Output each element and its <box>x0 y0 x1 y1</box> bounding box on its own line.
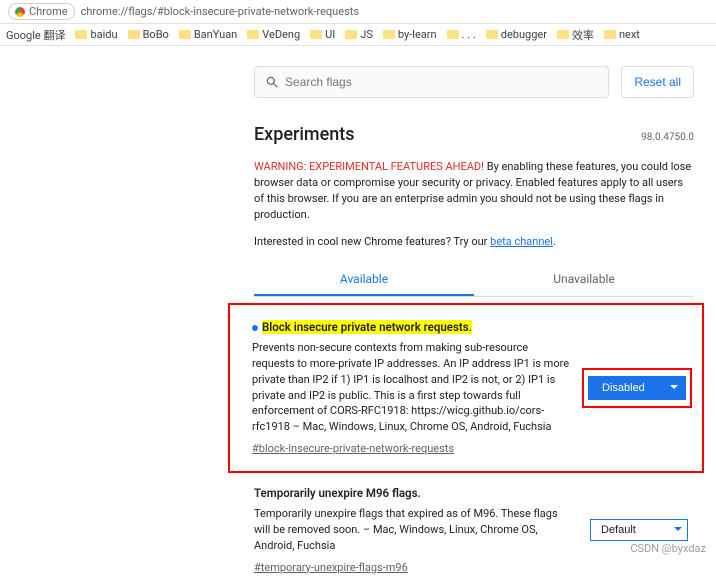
folder-icon <box>604 30 616 39</box>
bookmark-item[interactable]: . . . <box>447 28 476 41</box>
url-scheme-chip: Chrome <box>8 3 75 20</box>
address-bar: Chrome chrome://flags/#block-insecure-pr… <box>0 0 716 24</box>
highlighted-flag-box: Block insecure private network requests.… <box>228 303 704 474</box>
warning-bold: WARNING: EXPERIMENTAL FEATURES AHEAD! <box>254 160 484 173</box>
tab-available[interactable]: Available <box>254 264 474 296</box>
bookmark-item[interactable]: BanYuan <box>179 28 237 41</box>
version-label: 98.0.4750.0 <box>641 132 694 143</box>
bookmark-item[interactable]: UI <box>310 28 335 41</box>
folder-icon <box>557 30 569 39</box>
beta-channel-link[interactable]: beta channel <box>490 235 553 248</box>
search-row: Reset all <box>254 66 694 98</box>
folder-icon <box>345 30 357 39</box>
url-text[interactable]: chrome://flags/#block-insecure-private-n… <box>81 5 359 18</box>
beta-line: Interested in cool new Chrome features? … <box>254 235 694 248</box>
chrome-logo-icon <box>15 7 25 17</box>
flag-hash-link[interactable]: #temporary-unexpire-flags-m96 <box>254 560 408 576</box>
search-box[interactable] <box>254 66 609 98</box>
search-icon <box>265 75 279 89</box>
page-title: Experiments <box>254 124 355 145</box>
scheme-label: Chrome <box>29 5 68 18</box>
flag-description: Temporarily unexpire flags that expired … <box>254 506 572 554</box>
search-input[interactable] <box>285 75 598 89</box>
bookmark-item[interactable]: 效率 <box>557 27 594 43</box>
flag-description: Prevents non-secure contexts from making… <box>252 340 570 436</box>
folder-icon <box>247 30 259 39</box>
reset-all-button[interactable]: Reset all <box>621 66 694 98</box>
flag-title: Block insecure private network requests. <box>262 320 472 334</box>
warning-text: WARNING: EXPERIMENTAL FEATURES AHEAD! By… <box>254 159 694 223</box>
flag-item: Block insecure private network requests.… <box>252 319 692 458</box>
bookmark-item[interactable]: Google 翻译 <box>6 27 65 43</box>
bookmark-item[interactable]: BoBo <box>128 28 169 41</box>
bookmark-item[interactable]: next <box>604 28 640 41</box>
folder-icon <box>447 30 459 39</box>
flag-hash-link[interactable]: #block-insecure-private-network-requests <box>252 441 454 457</box>
flag-title: Temporarily unexpire M96 flags. <box>254 485 572 502</box>
folder-icon <box>310 30 322 39</box>
tabs: Available Unavailable <box>254 264 694 297</box>
watermark: CSDN @byxdaz <box>630 542 706 555</box>
bookmark-item[interactable]: by-learn <box>383 28 437 41</box>
flag-state-select[interactable]: Disabled <box>588 376 686 400</box>
flag-state-select[interactable]: Default <box>590 519 688 541</box>
flag-title-row: Block insecure private network requests. <box>252 319 570 336</box>
bookmark-item[interactable]: VeDeng <box>247 28 300 41</box>
modified-dot-icon <box>252 325 258 331</box>
tab-unavailable[interactable]: Unavailable <box>474 264 694 296</box>
folder-icon <box>383 30 395 39</box>
folder-icon <box>75 30 87 39</box>
bookmark-item[interactable]: baidu <box>75 28 117 41</box>
bookmark-item[interactable]: JS <box>345 28 373 41</box>
folder-icon <box>128 30 140 39</box>
folder-icon <box>179 30 191 39</box>
bookmarks-bar: Google 翻译 baidu BoBo BanYuan VeDeng UI J… <box>0 24 716 46</box>
folder-icon <box>486 30 498 39</box>
flag-item: Temporarily unexpire M96 flags. Temporar… <box>246 485 704 575</box>
bookmark-item[interactable]: debugger <box>486 28 547 41</box>
select-highlight-box: Disabled <box>582 368 692 408</box>
